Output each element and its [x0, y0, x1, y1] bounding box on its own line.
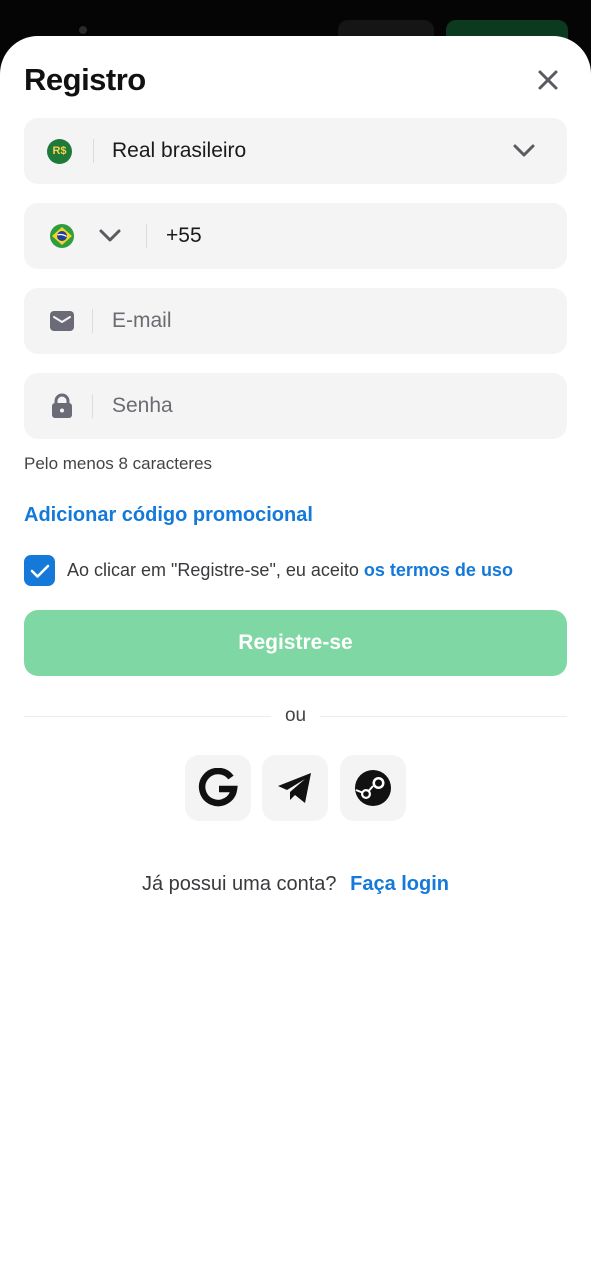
or-divider: ou: [24, 704, 568, 728]
registration-modal: Registro R$ Real brasileiro +55 E-mail S…: [0, 36, 591, 1280]
mail-icon: [50, 311, 74, 331]
email-placeholder: E-mail: [112, 309, 172, 332]
close-icon: [538, 70, 558, 90]
brazil-flag-icon: [50, 224, 74, 248]
country-code-select[interactable]: [24, 223, 122, 249]
steam-login-button[interactable]: [340, 755, 406, 821]
terms-of-use-link[interactable]: os termos de uso: [364, 560, 513, 581]
login-link[interactable]: Faça login: [350, 873, 449, 895]
field-divider: [93, 139, 94, 163]
terms-text: Ao clicar em "Registre-se", eu aceito: [67, 560, 359, 580]
telegram-login-button[interactable]: [262, 755, 328, 821]
telegram-icon: [278, 773, 311, 803]
currency-select[interactable]: R$ Real brasileiro: [24, 118, 567, 184]
add-promo-code-link[interactable]: Adicionar código promocional: [24, 504, 313, 527]
field-divider: [92, 309, 93, 333]
password-field[interactable]: Senha: [24, 373, 567, 439]
background-dot: [79, 26, 87, 34]
chevron-down-icon: [99, 229, 121, 242]
or-label: ou: [284, 705, 307, 726]
phone-field: +55: [24, 203, 567, 269]
phone-input[interactable]: +55: [166, 224, 202, 248]
modal-title: Registro: [24, 62, 146, 97]
terms-row: Ao clicar em "Registre-se", eu aceito os…: [24, 555, 513, 586]
currency-value: Real brasileiro: [112, 139, 247, 162]
checkmark-icon: [30, 564, 49, 578]
google-icon: [198, 768, 238, 807]
divider-line: [24, 715, 271, 717]
lock-icon: [52, 393, 72, 418]
password-hint: Pelo menos 8 caracteres: [24, 454, 213, 473]
chevron-down-icon: [513, 144, 535, 157]
password-placeholder: Senha: [112, 394, 173, 417]
currency-icon: R$: [47, 138, 72, 164]
google-login-button[interactable]: [185, 755, 251, 821]
steam-icon: [355, 770, 391, 806]
login-question: Já possui uma conta?: [141, 873, 337, 895]
terms-checkbox[interactable]: [24, 555, 55, 586]
field-divider: [92, 394, 93, 418]
email-field[interactable]: E-mail: [24, 288, 567, 354]
divider-line: [320, 715, 568, 717]
login-prompt: Já possui uma conta? Faça login: [0, 873, 591, 896]
field-divider: [146, 224, 147, 248]
close-button[interactable]: [532, 64, 564, 96]
register-button[interactable]: Registre-se: [24, 610, 567, 676]
